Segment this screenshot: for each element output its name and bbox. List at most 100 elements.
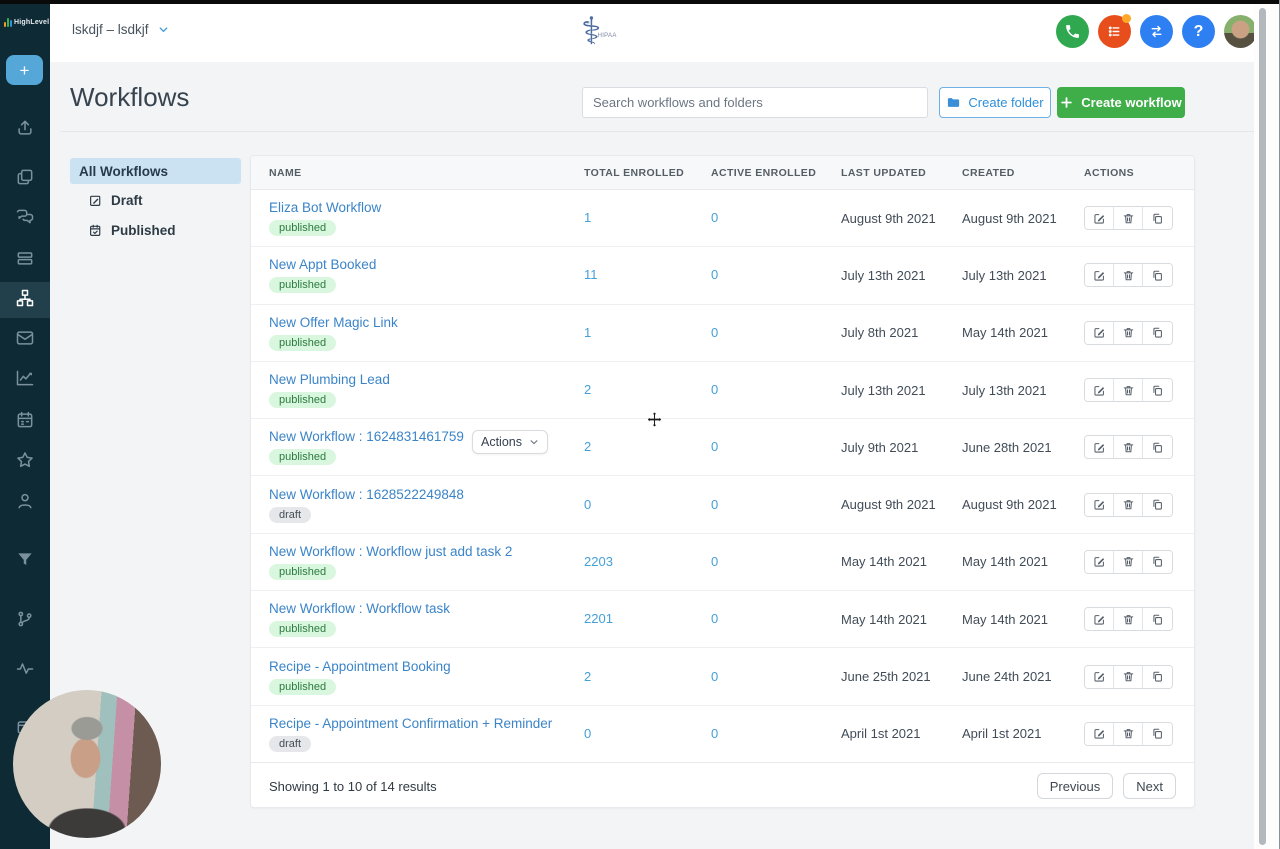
sidebar-item-launchpad[interactable] bbox=[0, 112, 50, 148]
edit-button[interactable] bbox=[1085, 264, 1114, 287]
delete-button[interactable] bbox=[1114, 550, 1143, 573]
total-enrolled-link[interactable]: 1 bbox=[584, 325, 591, 340]
total-enrolled-link[interactable]: 2 bbox=[584, 669, 591, 684]
user-avatar[interactable] bbox=[1224, 15, 1257, 48]
delete-button[interactable] bbox=[1114, 379, 1143, 402]
sidebar-item-reporting[interactable] bbox=[0, 362, 50, 398]
workflow-name-link[interactable]: Recipe - Appointment Booking bbox=[269, 659, 451, 674]
active-enrolled-link[interactable]: 0 bbox=[711, 210, 718, 225]
delete-button[interactable] bbox=[1114, 665, 1143, 688]
filter-all-workflows[interactable]: All Workflows bbox=[70, 158, 241, 184]
copy-button[interactable] bbox=[1143, 722, 1172, 745]
sidebar-item-contacts[interactable] bbox=[0, 485, 50, 521]
active-enrolled-link[interactable]: 0 bbox=[711, 669, 718, 684]
workflow-name-link[interactable]: Recipe - Appointment Confirmation + Remi… bbox=[269, 716, 552, 731]
active-enrolled-link[interactable]: 0 bbox=[711, 267, 718, 282]
table-row: New Plumbing Lead published Actions 2 0 … bbox=[251, 362, 1194, 420]
copy-button[interactable] bbox=[1143, 264, 1172, 287]
workflow-name-link[interactable]: New Plumbing Lead bbox=[269, 372, 390, 387]
edit-button[interactable] bbox=[1085, 608, 1114, 631]
previous-button[interactable]: Previous bbox=[1036, 773, 1114, 799]
sidebar-item-dashboard[interactable] bbox=[0, 161, 50, 197]
active-enrolled-link[interactable]: 0 bbox=[711, 554, 718, 569]
workflow-name-link[interactable]: Eliza Bot Workflow bbox=[269, 200, 381, 215]
edit-button[interactable] bbox=[1085, 665, 1114, 688]
active-enrolled-link[interactable]: 0 bbox=[711, 611, 718, 626]
workflow-name-link[interactable]: New Workflow : 1628522249848 bbox=[269, 487, 464, 502]
edit-button[interactable] bbox=[1085, 550, 1114, 573]
edit-icon bbox=[1093, 729, 1104, 739]
sidebar-item-reviews[interactable] bbox=[0, 444, 50, 480]
sidebar-create-button[interactable]: + bbox=[6, 55, 43, 85]
tasks-button[interactable] bbox=[1098, 14, 1131, 48]
table-footer: Showing 1 to 10 of 14 results Previous N… bbox=[251, 764, 1194, 808]
workflow-name-link[interactable]: New Workflow : Workflow just add task 2 bbox=[269, 544, 512, 559]
edit-button[interactable] bbox=[1085, 379, 1114, 402]
total-enrolled-link[interactable]: 2201 bbox=[584, 611, 613, 626]
hipaa-label: HIPAA bbox=[597, 33, 617, 39]
scrollbar-track[interactable] bbox=[1254, 4, 1280, 849]
sidebar-item-calendar[interactable] bbox=[0, 404, 50, 440]
total-enrolled-link[interactable]: 2 bbox=[584, 439, 591, 454]
total-enrolled-link[interactable]: 2203 bbox=[584, 554, 613, 569]
total-enrolled-cell: 0 bbox=[584, 725, 711, 743]
workflow-name-link[interactable]: New Workflow : 1624831461759 bbox=[269, 429, 464, 444]
edit-button[interactable] bbox=[1085, 493, 1114, 516]
created-cell: August 9th 2021 bbox=[962, 497, 1057, 513]
delete-button[interactable] bbox=[1114, 436, 1143, 459]
total-enrolled-link[interactable]: 2 bbox=[584, 382, 591, 397]
create-folder-button[interactable]: Create folder bbox=[939, 87, 1051, 118]
copy-button[interactable] bbox=[1143, 665, 1172, 688]
delete-button[interactable] bbox=[1114, 321, 1143, 344]
delete-button[interactable] bbox=[1114, 493, 1143, 516]
copy-button[interactable] bbox=[1143, 321, 1172, 344]
active-enrolled-link[interactable]: 0 bbox=[711, 726, 718, 741]
total-enrolled-link[interactable]: 11 bbox=[584, 267, 598, 282]
copy-button[interactable] bbox=[1143, 436, 1172, 459]
copy-button[interactable] bbox=[1143, 207, 1172, 230]
workflow-name-link[interactable]: New Workflow : Workflow task bbox=[269, 601, 450, 616]
delete-button[interactable] bbox=[1114, 264, 1143, 287]
edit-button[interactable] bbox=[1085, 321, 1114, 344]
sidebar-item-email[interactable] bbox=[0, 322, 50, 358]
phone-button[interactable] bbox=[1056, 15, 1089, 48]
total-enrolled-link[interactable]: 0 bbox=[584, 497, 591, 512]
last-updated-cell: June 25th 2021 bbox=[841, 669, 931, 685]
delete-button[interactable] bbox=[1114, 722, 1143, 745]
sidebar-item-triggers[interactable] bbox=[0, 603, 50, 639]
copy-button[interactable] bbox=[1143, 608, 1172, 631]
column-header-active-enrolled: Active Enrolled bbox=[711, 166, 817, 179]
delete-button[interactable] bbox=[1114, 608, 1143, 631]
active-enrolled-link[interactable]: 0 bbox=[711, 439, 718, 454]
sidebar-item-funnels[interactable] bbox=[0, 544, 50, 580]
sidebar-item-conversations[interactable] bbox=[0, 201, 50, 237]
row-actions-dropdown[interactable]: Actions bbox=[472, 430, 548, 455]
delete-button[interactable] bbox=[1114, 207, 1143, 230]
active-enrolled-link[interactable]: 0 bbox=[711, 382, 718, 397]
workflow-name-link[interactable]: New Offer Magic Link bbox=[269, 315, 398, 330]
filter-draft[interactable]: Draft bbox=[89, 189, 241, 211]
help-button[interactable]: ? bbox=[1182, 15, 1215, 48]
active-enrolled-link[interactable]: 0 bbox=[711, 325, 718, 340]
search-input[interactable] bbox=[582, 87, 928, 118]
caduceus-icon: ⚕ bbox=[581, 11, 602, 53]
workflow-name-link[interactable]: New Appt Booked bbox=[269, 257, 376, 272]
filter-published[interactable]: Published bbox=[89, 219, 241, 241]
sidebar-item-workflows[interactable] bbox=[0, 282, 50, 318]
total-enrolled-link[interactable]: 1 bbox=[584, 210, 591, 225]
edit-button[interactable] bbox=[1085, 207, 1114, 230]
account-switcher[interactable]: lskdjf – lsdkjf bbox=[72, 22, 169, 37]
copy-button[interactable] bbox=[1143, 379, 1172, 402]
copy-button[interactable] bbox=[1143, 550, 1172, 573]
sidebar-item-opportunities[interactable] bbox=[0, 242, 50, 278]
total-enrolled-link[interactable]: 0 bbox=[584, 726, 591, 741]
sidebar-item-activity[interactable] bbox=[0, 653, 50, 689]
edit-button[interactable] bbox=[1085, 436, 1114, 459]
copy-button[interactable] bbox=[1143, 493, 1172, 516]
scrollbar-thumb[interactable] bbox=[1259, 8, 1266, 845]
active-enrolled-link[interactable]: 0 bbox=[711, 497, 718, 512]
next-button[interactable]: Next bbox=[1123, 773, 1176, 799]
edit-button[interactable] bbox=[1085, 722, 1114, 745]
transfer-button[interactable] bbox=[1140, 15, 1173, 48]
create-workflow-button[interactable]: Create workflow bbox=[1057, 87, 1185, 118]
